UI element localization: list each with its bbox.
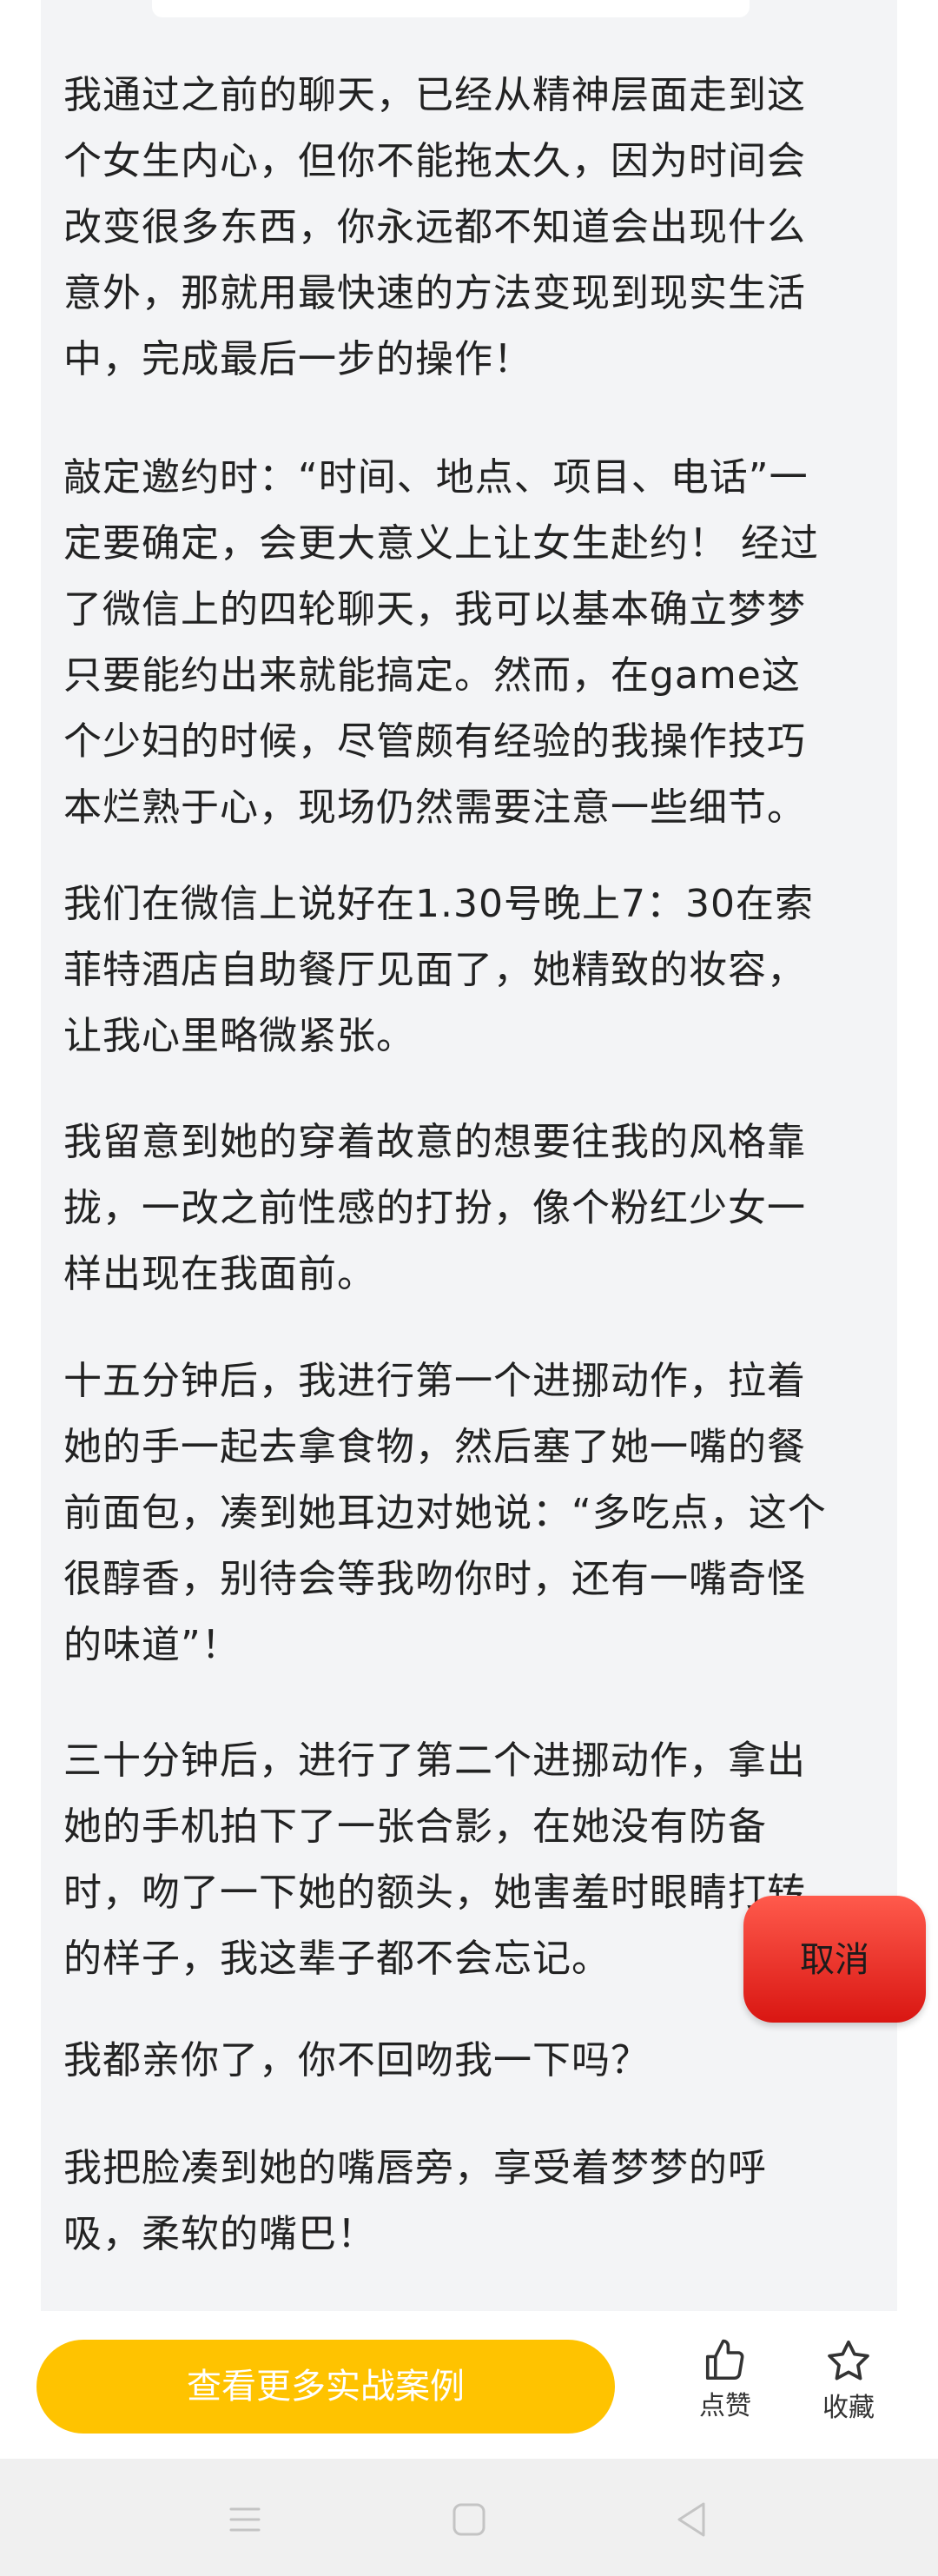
article-paragraph: 敲定邀约时：“时间、地点、项目、电话”一 定要确定，会更大意义上让女生赴约！ 经… bbox=[63, 455, 819, 830]
home-square-icon bbox=[452, 2503, 486, 2536]
article-paragraph: 我留意到她的穿着故意的想要往我的风格靠 拢，一改之前性感的打扮，像个粉红少女一 … bbox=[63, 1120, 806, 1296]
article-paragraph: 我把脸凑到她的嘴唇旁，享受着梦梦的呼 吸，柔软的嘴巴！ bbox=[63, 2146, 767, 2256]
article-paragraph: 三十分钟后，进行了第二个进挪动作，拿出 她的手机拍下了一张合影，在她没有防备 时… bbox=[63, 1738, 806, 1981]
article-paragraph: 十五分钟后，我进行第一个进挪动作，拉着 她的手一起去拿食物，然后塞了她一嘴的餐 … bbox=[63, 1359, 827, 1667]
article-paragraph: 我通过之前的聊天，已经从精神层面走到这 个女生内心，但你不能拖太久，因为时间会 … bbox=[63, 73, 806, 381]
nav-home-button[interactable] bbox=[443, 2493, 495, 2546]
like-label: 点赞 bbox=[699, 2391, 751, 2421]
thumbs-up-icon bbox=[705, 2339, 744, 2381]
nav-back-button[interactable] bbox=[665, 2493, 717, 2546]
back-triangle-icon bbox=[677, 2502, 705, 2537]
article-paragraph: 我们在微信上说好在1.30号晚上7：30在索 菲特酒店自助餐厅见面了，她精致的妆… bbox=[63, 882, 814, 1058]
article-paragraph: 我都亲你了，你不回吻我一下吗？ bbox=[63, 2038, 650, 2083]
top-image-edge bbox=[152, 0, 750, 17]
like-button[interactable]: 点赞 bbox=[673, 2337, 777, 2434]
star-icon bbox=[828, 2340, 869, 2381]
cancel-button[interactable]: 取消 bbox=[743, 1896, 926, 2023]
more-cases-button[interactable]: 查看更多实战案例 bbox=[36, 2340, 615, 2434]
article-page: 我通过之前的聊天，已经从精神层面走到这 个女生内心，但你不能拖太久，因为时间会 … bbox=[0, 0, 938, 2576]
menu-icon bbox=[229, 2507, 261, 2532]
nav-menu-button[interactable] bbox=[219, 2493, 271, 2546]
system-navigation-bar bbox=[0, 2459, 938, 2576]
favorite-button[interactable]: 收藏 bbox=[796, 2337, 901, 2434]
bottom-action-bar: 查看更多实战案例 点赞 收藏 bbox=[0, 2311, 938, 2459]
favorite-label: 收藏 bbox=[822, 2393, 875, 2423]
